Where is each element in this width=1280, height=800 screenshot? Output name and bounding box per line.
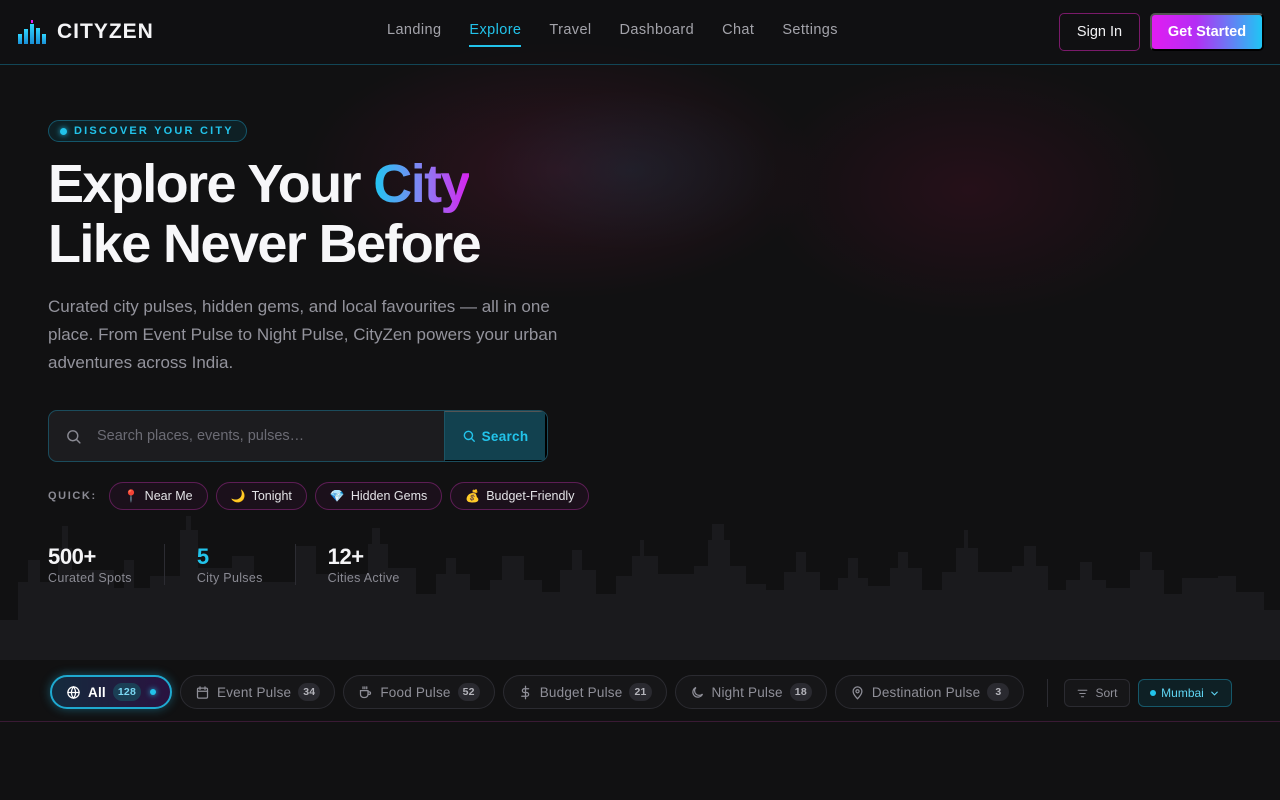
sort-label: Sort <box>1095 686 1118 700</box>
hero-title-part1: Explore Your <box>48 154 374 214</box>
brand-logo[interactable]: CITYZEN <box>16 16 154 48</box>
search-icon <box>49 411 97 461</box>
search-icon <box>463 430 475 442</box>
search-button-label: Search <box>481 428 529 444</box>
nav-settings[interactable]: Settings <box>782 22 838 47</box>
location-dot-icon <box>1150 690 1157 696</box>
quick-label: QUICK: <box>48 490 97 502</box>
tab-night-pulse[interactable]: Night Pulse 18 <box>674 675 827 709</box>
tab-label: Event Pulse <box>216 684 292 700</box>
stat-value: 12+ <box>327 544 365 569</box>
quick-chip-near-me[interactable]: 📍 Near Me <box>108 482 208 510</box>
nav-explore[interactable]: Explore <box>469 22 522 47</box>
calendar-icon <box>196 685 209 699</box>
city-bars-icon <box>18 20 46 44</box>
quick-chip-hidden-gems[interactable]: 💎 Hidden Gems <box>314 482 443 510</box>
tab-all[interactable]: All 128 <box>50 675 172 709</box>
nav-landing[interactable]: Landing <box>387 22 441 47</box>
tab-count-badge: 34 <box>298 683 321 701</box>
city-select-value: Mumbai <box>1161 686 1204 700</box>
filter-divider <box>1047 679 1048 707</box>
pulse-filter-bar: All 128 Event Pulse 34 Food Pulse 52 Bud… <box>0 660 1280 722</box>
quick-filters: QUICK: 📍 Near Me 🌙 Tonight 💎 Hidden Gems… <box>48 482 590 510</box>
tab-label: Food Pulse <box>380 684 451 700</box>
search-button[interactable]: Search <box>444 411 547 461</box>
hero-title-accent: City <box>373 154 470 214</box>
tab-label: Budget Pulse <box>539 684 623 700</box>
hero-title-line2: Like Never Before <box>48 214 482 274</box>
tab-label: Destination Pulse <box>871 684 981 700</box>
hero-title: Explore Your City Like Never Before <box>48 154 482 274</box>
nav-travel[interactable]: Travel <box>549 22 591 47</box>
city-skyline-illustration <box>0 516 1280 660</box>
main-nav: Landing Explore Travel Dashboard Chat Se… <box>387 22 838 47</box>
get-started-button[interactable]: Get Started <box>1150 13 1264 51</box>
sign-in-button[interactable]: Sign In <box>1059 13 1140 51</box>
tab-count-badge: 3 <box>987 683 1010 701</box>
dollar-icon <box>520 685 529 699</box>
sort-icon <box>1078 689 1088 697</box>
moon-emoji-icon: 🌙 <box>230 489 246 503</box>
live-dot-icon <box>60 127 67 135</box>
sort-button[interactable]: Sort <box>1064 679 1130 707</box>
tab-food-pulse[interactable]: Food Pulse 52 <box>343 675 495 709</box>
brand-name: CITYZEN <box>57 20 154 43</box>
badge-label: DISCOVER YOUR CITY <box>74 125 234 137</box>
search-bar: Search <box>48 410 548 462</box>
stat-cities-active: 12+ Cities Active <box>294 544 432 585</box>
money-bag-emoji-icon: 💰 <box>465 489 481 503</box>
stat-label: City Pulses <box>196 571 263 585</box>
tab-count-badge: 18 <box>789 683 812 701</box>
tab-label: All <box>88 684 106 700</box>
city-select[interactable]: Mumbai <box>1138 679 1232 707</box>
stat-value: 500+ <box>48 544 96 569</box>
nav-chat[interactable]: Chat <box>722 22 754 47</box>
stat-curated-spots: 500+ Curated Spots <box>48 544 164 585</box>
nav-dashboard[interactable]: Dashboard <box>620 22 695 47</box>
stat-label: Cities Active <box>327 571 400 585</box>
tab-count-badge: 21 <box>629 683 652 701</box>
map-pin-icon <box>852 685 863 700</box>
quick-chip-tonight[interactable]: 🌙 Tonight <box>215 482 307 510</box>
tab-count-badge: 128 <box>112 683 141 701</box>
chip-label: Budget-Friendly <box>486 489 575 503</box>
stats-row: 500+ Curated Spots 5 City Pulses 12+ Cit… <box>48 544 432 585</box>
active-dot-icon <box>149 689 156 695</box>
chip-label: Near Me <box>144 489 193 503</box>
tab-budget-pulse[interactable]: Budget Pulse 21 <box>502 675 667 709</box>
tab-label: Night Pulse <box>711 684 783 700</box>
coffee-icon <box>360 685 372 698</box>
tab-destination-pulse[interactable]: Destination Pulse 3 <box>834 675 1025 709</box>
quick-chip-budget-friendly[interactable]: 💰 Budget-Friendly <box>450 482 590 510</box>
top-navbar: CITYZEN Landing Explore Travel Dashboard… <box>0 0 1280 65</box>
search-input[interactable] <box>97 411 444 461</box>
tab-event-pulse[interactable]: Event Pulse 34 <box>179 675 336 709</box>
stat-city-pulses: 5 City Pulses <box>163 544 295 585</box>
gem-emoji-icon: 💎 <box>329 489 345 503</box>
globe-icon <box>67 685 80 699</box>
chip-label: Hidden Gems <box>350 489 428 503</box>
pulse-tabs: All 128 Event Pulse 34 Food Pulse 52 Bud… <box>50 675 1025 709</box>
stat-label: Curated Spots <box>48 571 132 585</box>
hero-subtitle: Curated city pulses, hidden gems, and lo… <box>48 297 558 372</box>
pin-emoji-icon: 📍 <box>123 489 139 503</box>
chevron-down-icon <box>1211 691 1218 696</box>
stat-value: 5 <box>196 544 209 569</box>
moon-icon <box>691 686 703 698</box>
chip-label: Tonight <box>251 489 292 503</box>
tab-count-badge: 52 <box>457 683 480 701</box>
discover-badge: DISCOVER YOUR CITY <box>48 120 247 142</box>
